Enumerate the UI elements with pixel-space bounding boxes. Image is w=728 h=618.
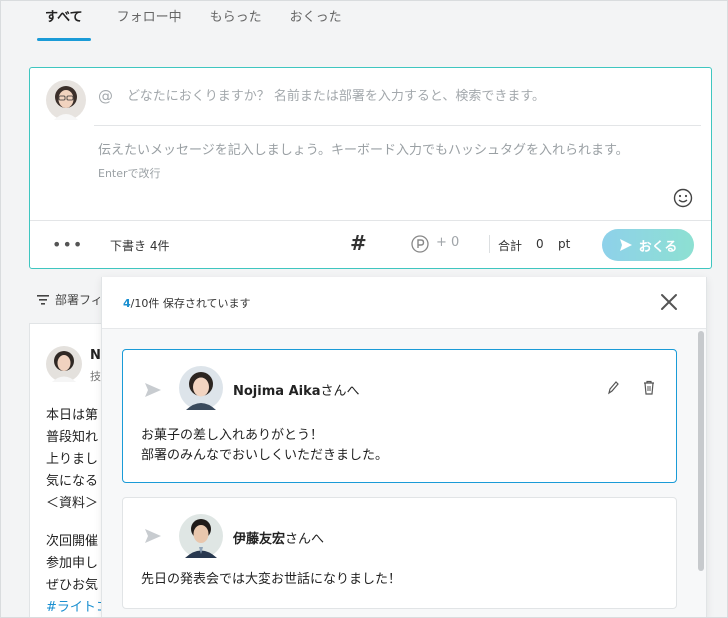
edit-icon[interactable] xyxy=(606,380,620,396)
draft-item[interactable]: 伊藤友宏さんへ 先日の発表会では大変お世話になりました！ xyxy=(122,497,677,609)
send-button[interactable]: おくる xyxy=(602,229,694,261)
tab-all[interactable]: すべて xyxy=(37,1,91,41)
drafts-count: 4/10件 保存されています xyxy=(123,297,251,310)
department-filter[interactable]: 部署フィ xyxy=(37,291,103,308)
feed-text-line: 普段知れ xyxy=(46,430,99,445)
drafts-popover-header: 4/10件 保存されています xyxy=(102,277,706,329)
draft-message: お菓子の差し入れありがとう！ 部署のみんなでおいしくいただきました。 xyxy=(141,426,388,466)
at-icon: @ xyxy=(98,87,113,105)
feed-text-line: 上りまし xyxy=(46,452,99,467)
enter-hint: Enterで改行 xyxy=(98,167,161,180)
draft-recipient: Nojima Aikaさんへ xyxy=(233,384,360,399)
points-value: + 0 xyxy=(436,235,460,250)
feed-text-line: 本日は第 xyxy=(46,408,99,423)
recipient-row: @ どなたにおくりますか？ 名前または部署を入力すると、検索できます。 xyxy=(94,82,701,126)
tab-following[interactable]: フォロー中 xyxy=(109,1,190,41)
send-draft-icon[interactable] xyxy=(143,380,163,400)
feed-text-line: 気になる xyxy=(46,474,99,489)
divider xyxy=(489,235,490,253)
emoji-icon[interactable] xyxy=(673,188,693,208)
trash-icon[interactable] xyxy=(642,380,656,396)
hashtag-icon[interactable]: # xyxy=(350,231,367,255)
draft-actions xyxy=(606,380,656,396)
drafts-button[interactable]: 下書き 4件 xyxy=(110,237,169,254)
draft-message-line: お菓子の差し入れありがとう！ xyxy=(141,428,324,443)
feed-text-line: 参加申し xyxy=(46,556,99,571)
draft-message: 先日の発表会では大変お世話になりました！ xyxy=(141,570,401,590)
feed-hashtag-link[interactable]: #ライトコ xyxy=(46,596,109,615)
feed-text-line: 次回開催 xyxy=(46,534,99,549)
close-icon[interactable] xyxy=(658,291,680,313)
total-value: 0 xyxy=(536,237,544,251)
my-avatar xyxy=(46,80,86,120)
tab-sent[interactable]: おくった xyxy=(282,1,350,41)
feed-text-line: ぜひお気 xyxy=(46,578,99,593)
draft-message-line: 部署のみんなでおいしくいただきました。 xyxy=(141,448,389,463)
draft-recipient: 伊藤友宏さんへ xyxy=(233,532,325,547)
drafts-list: Nojima Aikaさんへ お菓子の差し入れありがとう！ 部署のみんなでおいし… xyxy=(102,329,706,617)
more-options-icon[interactable]: ••• xyxy=(52,235,83,254)
tab-received[interactable]: もらった xyxy=(202,1,270,41)
filter-label: 部署フィ xyxy=(55,293,103,307)
send-icon xyxy=(619,239,632,251)
feed-author-dept: 技 xyxy=(90,370,101,383)
tab-bar: すべて フォロー中 もらった おくった xyxy=(29,1,362,41)
recipient-input[interactable]: どなたにおくりますか？ 名前または部署を入力すると、検索できます。 xyxy=(127,86,545,108)
send-draft-icon[interactable] xyxy=(143,526,163,546)
filter-icon xyxy=(37,294,49,305)
draft-item[interactable]: Nojima Aikaさんへ お菓子の差し入れありがとう！ 部署のみんなでおいし… xyxy=(122,349,677,483)
app-frame: すべて フォロー中 もらった おくった @ どなたにおくりますか？ 名前または部… xyxy=(0,0,728,618)
drafts-popover: 4/10件 保存されています Nojima Aikaさんへ お菓子の差し入れあり… xyxy=(101,277,707,617)
recipient-avatar xyxy=(179,514,223,558)
draft-message-line: 先日の発表会では大変お世話になりました！ xyxy=(141,572,402,587)
compose-card: @ どなたにおくりますか？ 名前または部署を入力すると、検索できます。 伝えたい… xyxy=(29,67,712,269)
message-input[interactable]: 伝えたいメッセージを記入しましょう。キーボード入力でもハッシュタグを入れられます… xyxy=(98,139,629,158)
compose-footer: ••• 下書き 4件 # + 0 合計 0 pt おくる xyxy=(30,220,711,270)
recipient-avatar xyxy=(179,366,223,410)
total-label: 合計 xyxy=(498,239,523,253)
feed-text-line: ＜資料＞ xyxy=(46,496,99,511)
points-icon[interactable] xyxy=(411,235,429,253)
send-label: おくる xyxy=(638,239,678,255)
avatar xyxy=(46,346,82,382)
scrollbar[interactable] xyxy=(698,331,704,571)
total-unit: pt xyxy=(558,237,571,251)
